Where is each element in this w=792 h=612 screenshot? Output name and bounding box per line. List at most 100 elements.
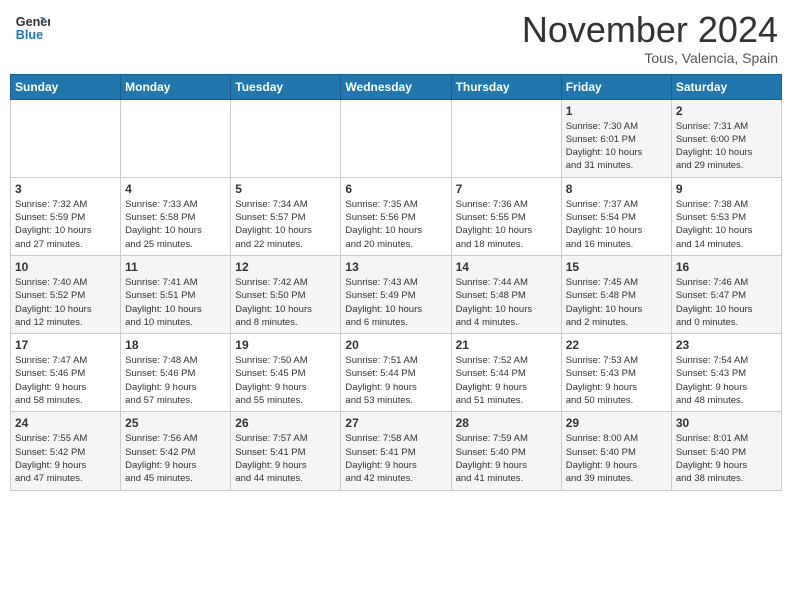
day-info: Sunrise: 7:34 AM Sunset: 5:57 PM Dayligh… — [235, 198, 336, 251]
day-number: 13 — [345, 260, 446, 274]
day-number: 6 — [345, 182, 446, 196]
day-number: 3 — [15, 182, 116, 196]
calendar-cell: 16 Sunrise: 7:46 AM Sunset: 5:47 PM Dayli… — [671, 255, 781, 333]
calendar-cell: 30 Sunrise: 8:01 AM Sunset: 5:40 PM Dayli… — [671, 412, 781, 490]
day-number: 30 — [676, 416, 777, 430]
day-number: 15 — [566, 260, 667, 274]
calendar-cell: 18Sunrise: 7:48 AM Sunset: 5:46 PM Dayli… — [121, 334, 231, 412]
day-number: 2 — [676, 104, 777, 118]
month-title: November 2024 — [522, 10, 778, 50]
weekday-header: Wednesday — [341, 74, 451, 99]
day-number: 9 — [676, 182, 777, 196]
calendar-table: SundayMondayTuesdayWednesdayThursdayFrid… — [10, 74, 782, 491]
calendar-cell: 25 Sunrise: 7:56 AM Sunset: 5:42 PM Dayli… — [121, 412, 231, 490]
day-number: 27 — [345, 416, 446, 430]
day-number: 21 — [456, 338, 557, 352]
page-header: General Blue November 2024 Tous, Valenci… — [10, 10, 782, 66]
calendar-cell — [11, 99, 121, 177]
calendar-cell: 9 Sunrise: 7:38 AM Sunset: 5:53 PM Daylig… — [671, 177, 781, 255]
day-number: 22 — [566, 338, 667, 352]
day-info: Sunrise: 7:56 AM Sunset: 5:42 PM Dayligh… — [125, 432, 226, 485]
day-info: Sunrise: 7:38 AM Sunset: 5:53 PM Dayligh… — [676, 198, 777, 251]
day-info: Sunrise: 7:57 AM Sunset: 5:41 PM Dayligh… — [235, 432, 336, 485]
calendar-cell: 15Sunrise: 7:45 AM Sunset: 5:48 PM Dayli… — [561, 255, 671, 333]
calendar-cell: 29 Sunrise: 8:00 AM Sunset: 5:40 PM Dayli… — [561, 412, 671, 490]
day-info: Sunrise: 8:00 AM Sunset: 5:40 PM Dayligh… — [566, 432, 667, 485]
calendar-header: SundayMondayTuesdayWednesdayThursdayFrid… — [11, 74, 782, 99]
day-info: Sunrise: 7:31 AM Sunset: 6:00 PM Dayligh… — [676, 120, 777, 173]
calendar-cell: 2 Sunrise: 7:31 AM Sunset: 6:00 PM Daylig… — [671, 99, 781, 177]
day-info: Sunrise: 7:59 AM Sunset: 5:40 PM Dayligh… — [456, 432, 557, 485]
day-info: Sunrise: 7:40 AM Sunset: 5:52 PM Dayligh… — [15, 276, 116, 329]
day-number: 19 — [235, 338, 336, 352]
calendar-cell — [341, 99, 451, 177]
calendar-body: 1 Sunrise: 7:30 AM Sunset: 6:01 PM Daylig… — [11, 99, 782, 490]
day-number: 18 — [125, 338, 226, 352]
weekday-header: Friday — [561, 74, 671, 99]
day-number: 7 — [456, 182, 557, 196]
day-info: Sunrise: 7:44 AM Sunset: 5:48 PM Dayligh… — [456, 276, 557, 329]
day-info: Sunrise: 7:47 AM Sunset: 5:46 PM Dayligh… — [15, 354, 116, 407]
day-number: 11 — [125, 260, 226, 274]
day-info: Sunrise: 7:52 AM Sunset: 5:44 PM Dayligh… — [456, 354, 557, 407]
weekday-header: Sunday — [11, 74, 121, 99]
day-info: Sunrise: 7:46 AM Sunset: 5:47 PM Dayligh… — [676, 276, 777, 329]
day-number: 1 — [566, 104, 667, 118]
day-info: Sunrise: 7:41 AM Sunset: 5:51 PM Dayligh… — [125, 276, 226, 329]
day-info: Sunrise: 8:01 AM Sunset: 5:40 PM Dayligh… — [676, 432, 777, 485]
calendar-cell: 8 Sunrise: 7:37 AM Sunset: 5:54 PM Daylig… — [561, 177, 671, 255]
day-number: 5 — [235, 182, 336, 196]
day-number: 24 — [15, 416, 116, 430]
day-number: 4 — [125, 182, 226, 196]
calendar-cell: 3 Sunrise: 7:32 AM Sunset: 5:59 PM Daylig… — [11, 177, 121, 255]
day-info: Sunrise: 7:58 AM Sunset: 5:41 PM Dayligh… — [345, 432, 446, 485]
weekday-header: Saturday — [671, 74, 781, 99]
logo: General Blue — [14, 10, 50, 46]
calendar-cell: 28 Sunrise: 7:59 AM Sunset: 5:40 PM Dayli… — [451, 412, 561, 490]
title-block: November 2024 Tous, Valencia, Spain — [522, 10, 778, 66]
day-info: Sunrise: 7:32 AM Sunset: 5:59 PM Dayligh… — [15, 198, 116, 251]
day-number: 28 — [456, 416, 557, 430]
calendar-cell — [231, 99, 341, 177]
day-info: Sunrise: 7:35 AM Sunset: 5:56 PM Dayligh… — [345, 198, 446, 251]
day-info: Sunrise: 7:51 AM Sunset: 5:44 PM Dayligh… — [345, 354, 446, 407]
calendar-cell: 27 Sunrise: 7:58 AM Sunset: 5:41 PM Dayli… — [341, 412, 451, 490]
weekday-header: Tuesday — [231, 74, 341, 99]
day-number: 26 — [235, 416, 336, 430]
calendar-cell: 10 Sunrise: 7:40 AM Sunset: 5:52 PM Dayli… — [11, 255, 121, 333]
day-number: 29 — [566, 416, 667, 430]
calendar-cell: 22 Sunrise: 7:53 AM Sunset: 5:43 PM Dayli… — [561, 334, 671, 412]
svg-text:Blue: Blue — [16, 28, 43, 42]
calendar-cell: 24Sunrise: 7:55 AM Sunset: 5:42 PM Dayli… — [11, 412, 121, 490]
calendar-cell: 11 Sunrise: 7:41 AM Sunset: 5:51 PM Dayli… — [121, 255, 231, 333]
calendar-cell: 21 Sunrise: 7:52 AM Sunset: 5:44 PM Dayli… — [451, 334, 561, 412]
day-info: Sunrise: 7:36 AM Sunset: 5:55 PM Dayligh… — [456, 198, 557, 251]
calendar-cell: 6 Sunrise: 7:35 AM Sunset: 5:56 PM Daylig… — [341, 177, 451, 255]
calendar-cell: 23Sunrise: 7:54 AM Sunset: 5:43 PM Dayli… — [671, 334, 781, 412]
calendar-cell: 7 Sunrise: 7:36 AM Sunset: 5:55 PM Daylig… — [451, 177, 561, 255]
day-info: Sunrise: 7:43 AM Sunset: 5:49 PM Dayligh… — [345, 276, 446, 329]
day-number: 12 — [235, 260, 336, 274]
day-number: 16 — [676, 260, 777, 274]
calendar-cell: 1 Sunrise: 7:30 AM Sunset: 6:01 PM Daylig… — [561, 99, 671, 177]
calendar-cell — [121, 99, 231, 177]
location: Tous, Valencia, Spain — [522, 50, 778, 66]
calendar-cell — [451, 99, 561, 177]
day-info: Sunrise: 7:53 AM Sunset: 5:43 PM Dayligh… — [566, 354, 667, 407]
day-number: 10 — [15, 260, 116, 274]
day-number: 23 — [676, 338, 777, 352]
day-info: Sunrise: 7:30 AM Sunset: 6:01 PM Dayligh… — [566, 120, 667, 173]
day-info: Sunrise: 7:37 AM Sunset: 5:54 PM Dayligh… — [566, 198, 667, 251]
calendar-cell: 14Sunrise: 7:44 AM Sunset: 5:48 PM Dayli… — [451, 255, 561, 333]
day-info: Sunrise: 7:33 AM Sunset: 5:58 PM Dayligh… — [125, 198, 226, 251]
day-number: 20 — [345, 338, 446, 352]
day-info: Sunrise: 7:50 AM Sunset: 5:45 PM Dayligh… — [235, 354, 336, 407]
day-number: 25 — [125, 416, 226, 430]
day-info: Sunrise: 7:42 AM Sunset: 5:50 PM Dayligh… — [235, 276, 336, 329]
weekday-header: Thursday — [451, 74, 561, 99]
day-number: 8 — [566, 182, 667, 196]
calendar-cell: 5 Sunrise: 7:34 AM Sunset: 5:57 PM Daylig… — [231, 177, 341, 255]
day-number: 17 — [15, 338, 116, 352]
calendar-cell: 19 Sunrise: 7:50 AM Sunset: 5:45 PM Dayli… — [231, 334, 341, 412]
calendar-cell: 4 Sunrise: 7:33 AM Sunset: 5:58 PM Daylig… — [121, 177, 231, 255]
